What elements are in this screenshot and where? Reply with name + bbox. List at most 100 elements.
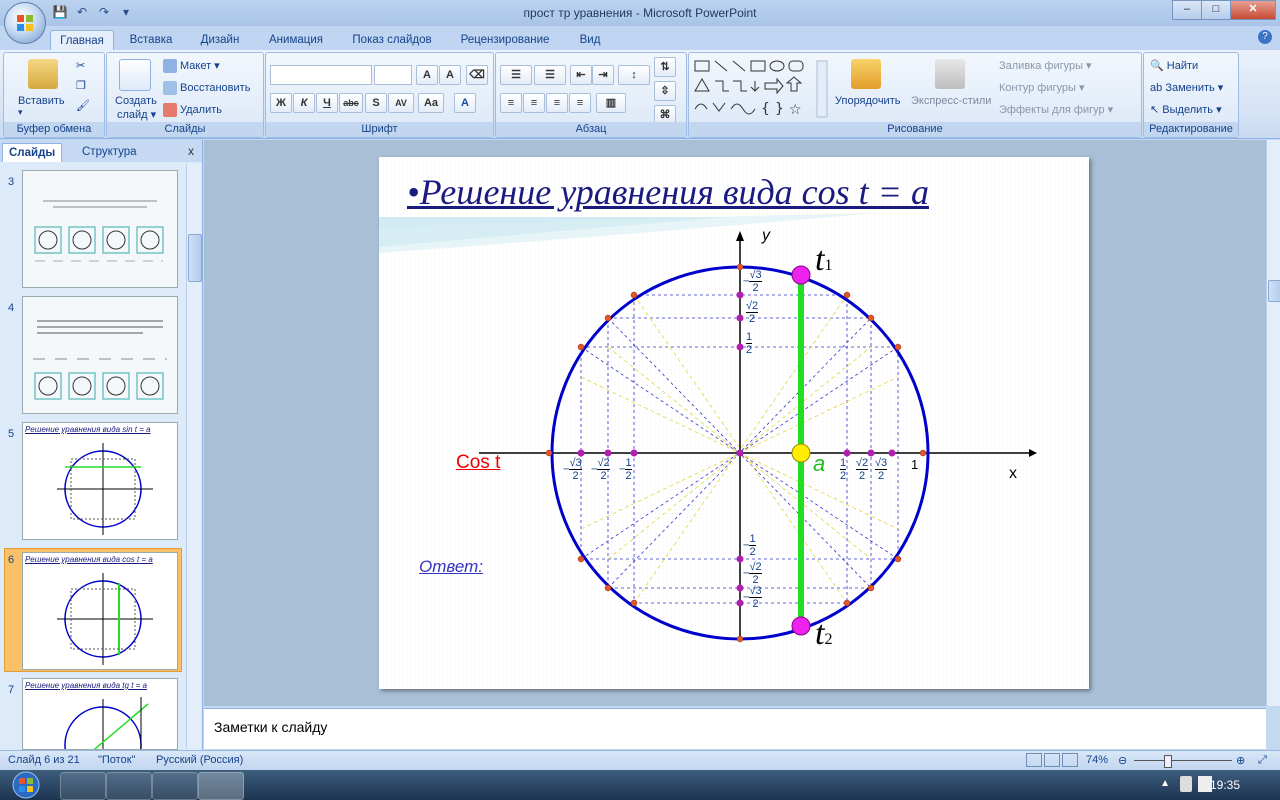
clock[interactable]: 19:35 [1210,778,1240,792]
explorer-taskbar-icon[interactable] [152,772,198,800]
panel-scrollbar-thumb[interactable] [188,234,202,282]
reset-button[interactable]: Восстановить [163,81,250,95]
grow-font-icon[interactable]: A [416,65,438,85]
help-icon[interactable]: ? [1258,30,1272,44]
y-tick-den: 2 [752,282,759,294]
zoom-slider-thumb[interactable] [1164,755,1172,768]
justify-icon[interactable]: ≡ [569,93,591,113]
shadow-button[interactable]: S [365,93,387,113]
select-button[interactable]: ↖ Выделить ▾ [1150,103,1222,116]
zoom-out-icon[interactable]: ⊖ [1118,754,1127,767]
language-indicator[interactable]: Русский (Россия) [156,754,243,766]
tab-design[interactable]: Дизайн [190,30,250,50]
t2-label: t2 [815,615,832,653]
normal-view-icon[interactable] [1026,753,1042,767]
slide-thumbnail-7[interactable]: Решение уравнения вида tg t = a [22,678,178,750]
quick-styles-icon [935,59,965,89]
shapes-gallery[interactable]: { } ☆ [693,59,829,119]
tray-arrow-icon[interactable]: ▲ [1160,778,1170,789]
char-spacing-button[interactable]: AV [388,93,414,113]
layout-button[interactable]: Макет ▾ [163,59,220,74]
thumbnail-7-preview [64,697,149,749]
close-button[interactable]: ✕ [1230,0,1276,20]
font-color-icon[interactable]: A [454,93,476,113]
bold-button[interactable]: Ж [270,93,292,113]
decrease-indent-icon[interactable]: ⇤ [570,65,592,85]
font-name-select[interactable] [270,65,372,85]
columns-icon[interactable]: ▥ [596,93,626,113]
slide-title[interactable]: •Решение уравнения вида cos t = a [407,171,929,213]
slides-group-label: Слайды [107,122,263,137]
numbering-icon[interactable]: ☰ [534,65,566,85]
y-tick-neg-sqrt3-over-2: − √3 2 [743,585,762,610]
find-button[interactable]: 🔍 Найти [1150,59,1198,72]
notes-pane[interactable]: Заметки к слайду [204,708,1266,749]
slide-sorter-icon[interactable] [1044,753,1060,767]
slideshow-view-icon[interactable] [1062,753,1078,767]
paste-dropdown-icon[interactable]: ▾ [18,107,23,118]
start-button-icon[interactable] [2,770,54,800]
delete-button[interactable]: Удалить [163,103,222,117]
copy-icon[interactable]: ❐ [76,79,86,92]
thumbnail-5-preview [57,443,153,535]
tab-review[interactable]: Рецензирование [450,30,560,50]
replace-button[interactable]: ab Заменить ▾ [1150,81,1223,94]
arrange-button[interactable]: Упорядочить [835,95,900,107]
cut-icon[interactable]: ✂ [76,59,85,72]
shrink-font-icon[interactable]: A [439,65,461,85]
tab-slideshow[interactable]: Показ слайдов [342,30,442,50]
text-direction-icon[interactable]: ⇅ [654,57,676,77]
slide-thumbnail-3[interactable] [22,170,178,288]
slide-thumbnail-5[interactable]: Решение уравнения вида sin t = a [22,422,178,540]
x-tick-den: 2 [840,470,847,482]
clear-format-icon[interactable]: ⌫ [466,65,488,85]
shape-fill-button[interactable]: Заливка фигуры ▾ [999,59,1092,72]
quick-styles-button[interactable]: Экспресс-стили [911,95,991,107]
panel-close-button[interactable]: x [188,144,194,158]
paste-button[interactable]: Вставить [18,95,65,107]
change-case-button[interactable]: Aa [418,93,444,113]
editor-scrollbar-thumb[interactable] [1268,280,1280,302]
fit-to-window-icon[interactable]: ⤢ [1258,754,1267,767]
align-text-icon[interactable]: ⇳ [654,81,676,101]
calculator-taskbar-icon[interactable] [106,772,152,800]
answer-label[interactable]: Ответ: [419,557,483,577]
shape-outline-button[interactable]: Контур фигуры ▾ [999,81,1085,94]
new-slide-dropdown[interactable]: слайд ▾ [117,108,156,121]
align-right-icon[interactable]: ≡ [546,93,568,113]
strikethrough-button[interactable]: abc [339,93,363,113]
y-tick-num: √2 [749,561,762,574]
slide-thumbnail-6[interactable]: Решение уравнения вида cos t = a [22,552,178,670]
powerpoint-taskbar-icon[interactable] [198,772,244,800]
line-spacing-icon[interactable]: ↕ [618,65,650,85]
underline-button[interactable]: Ч [316,93,338,113]
office-button[interactable] [4,2,46,44]
zoom-in-icon[interactable]: ⊕ [1236,754,1245,767]
tab-animation[interactable]: Анимация [258,30,334,50]
zoom-slider[interactable] [1134,760,1232,761]
firefox-taskbar-icon[interactable] [60,772,106,800]
format-painter-icon[interactable]: 🖌 [76,99,90,112]
editor-scrollbar[interactable] [1266,140,1280,706]
zoom-level[interactable]: 74% [1086,754,1108,766]
bullets-icon[interactable]: ☰ [500,65,532,85]
align-center-icon[interactable]: ≡ [523,93,545,113]
tab-outline[interactable]: Структура [76,143,143,161]
align-left-icon[interactable]: ≡ [500,93,522,113]
tab-insert[interactable]: Вставка [120,30,182,50]
tab-view[interactable]: Вид [568,30,612,50]
usb-tray-icon[interactable] [1180,776,1192,792]
new-slide-icon [119,59,151,91]
shape-effects-button[interactable]: Эффекты для фигур ▾ [999,103,1113,116]
font-size-select[interactable] [374,65,412,85]
minimize-button[interactable]: – [1172,0,1202,20]
tab-slides[interactable]: Слайды [2,143,63,162]
maximize-button[interactable]: □ [1201,0,1231,20]
panel-scrollbar[interactable] [186,164,202,748]
slide-thumbnail-4[interactable] [22,296,178,414]
new-slide-button[interactable]: Создать [115,95,157,107]
increase-indent-icon[interactable]: ⇥ [592,65,614,85]
italic-button[interactable]: К [293,93,315,113]
y-tick-num: 1 [749,533,756,546]
tab-home[interactable]: Главная [50,30,114,51]
